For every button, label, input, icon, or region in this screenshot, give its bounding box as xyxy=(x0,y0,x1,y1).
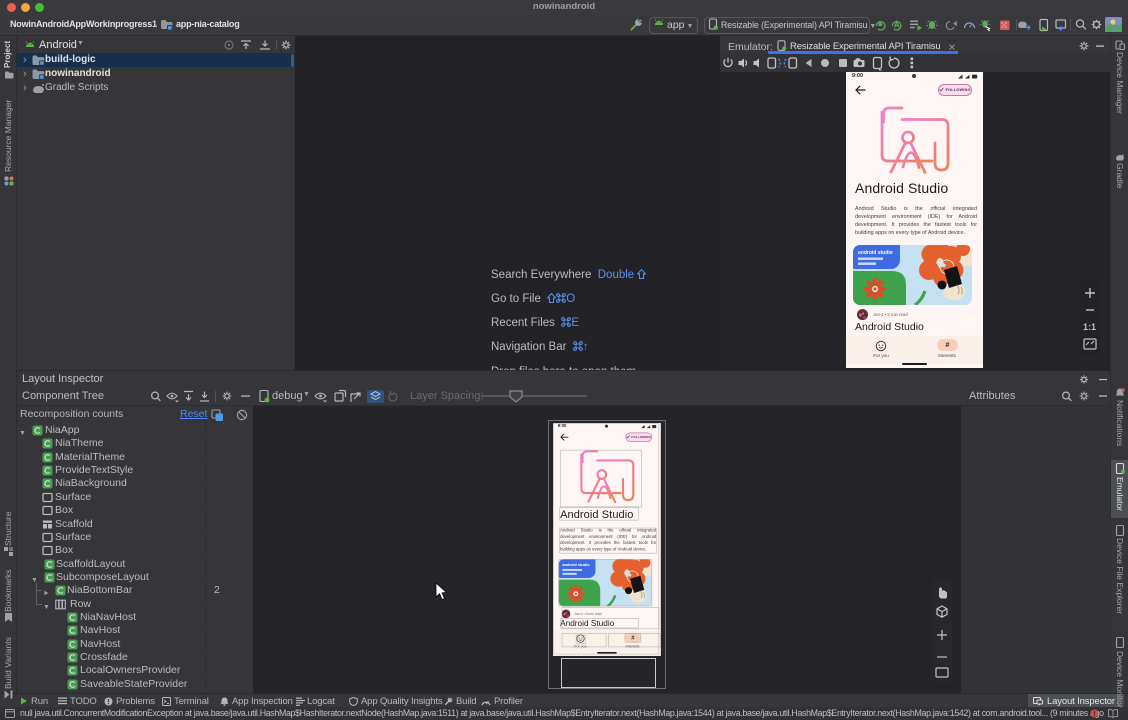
svg-text:android studio: android studio xyxy=(858,250,893,256)
svg-text:1:1: 1:1 xyxy=(1083,322,1096,332)
